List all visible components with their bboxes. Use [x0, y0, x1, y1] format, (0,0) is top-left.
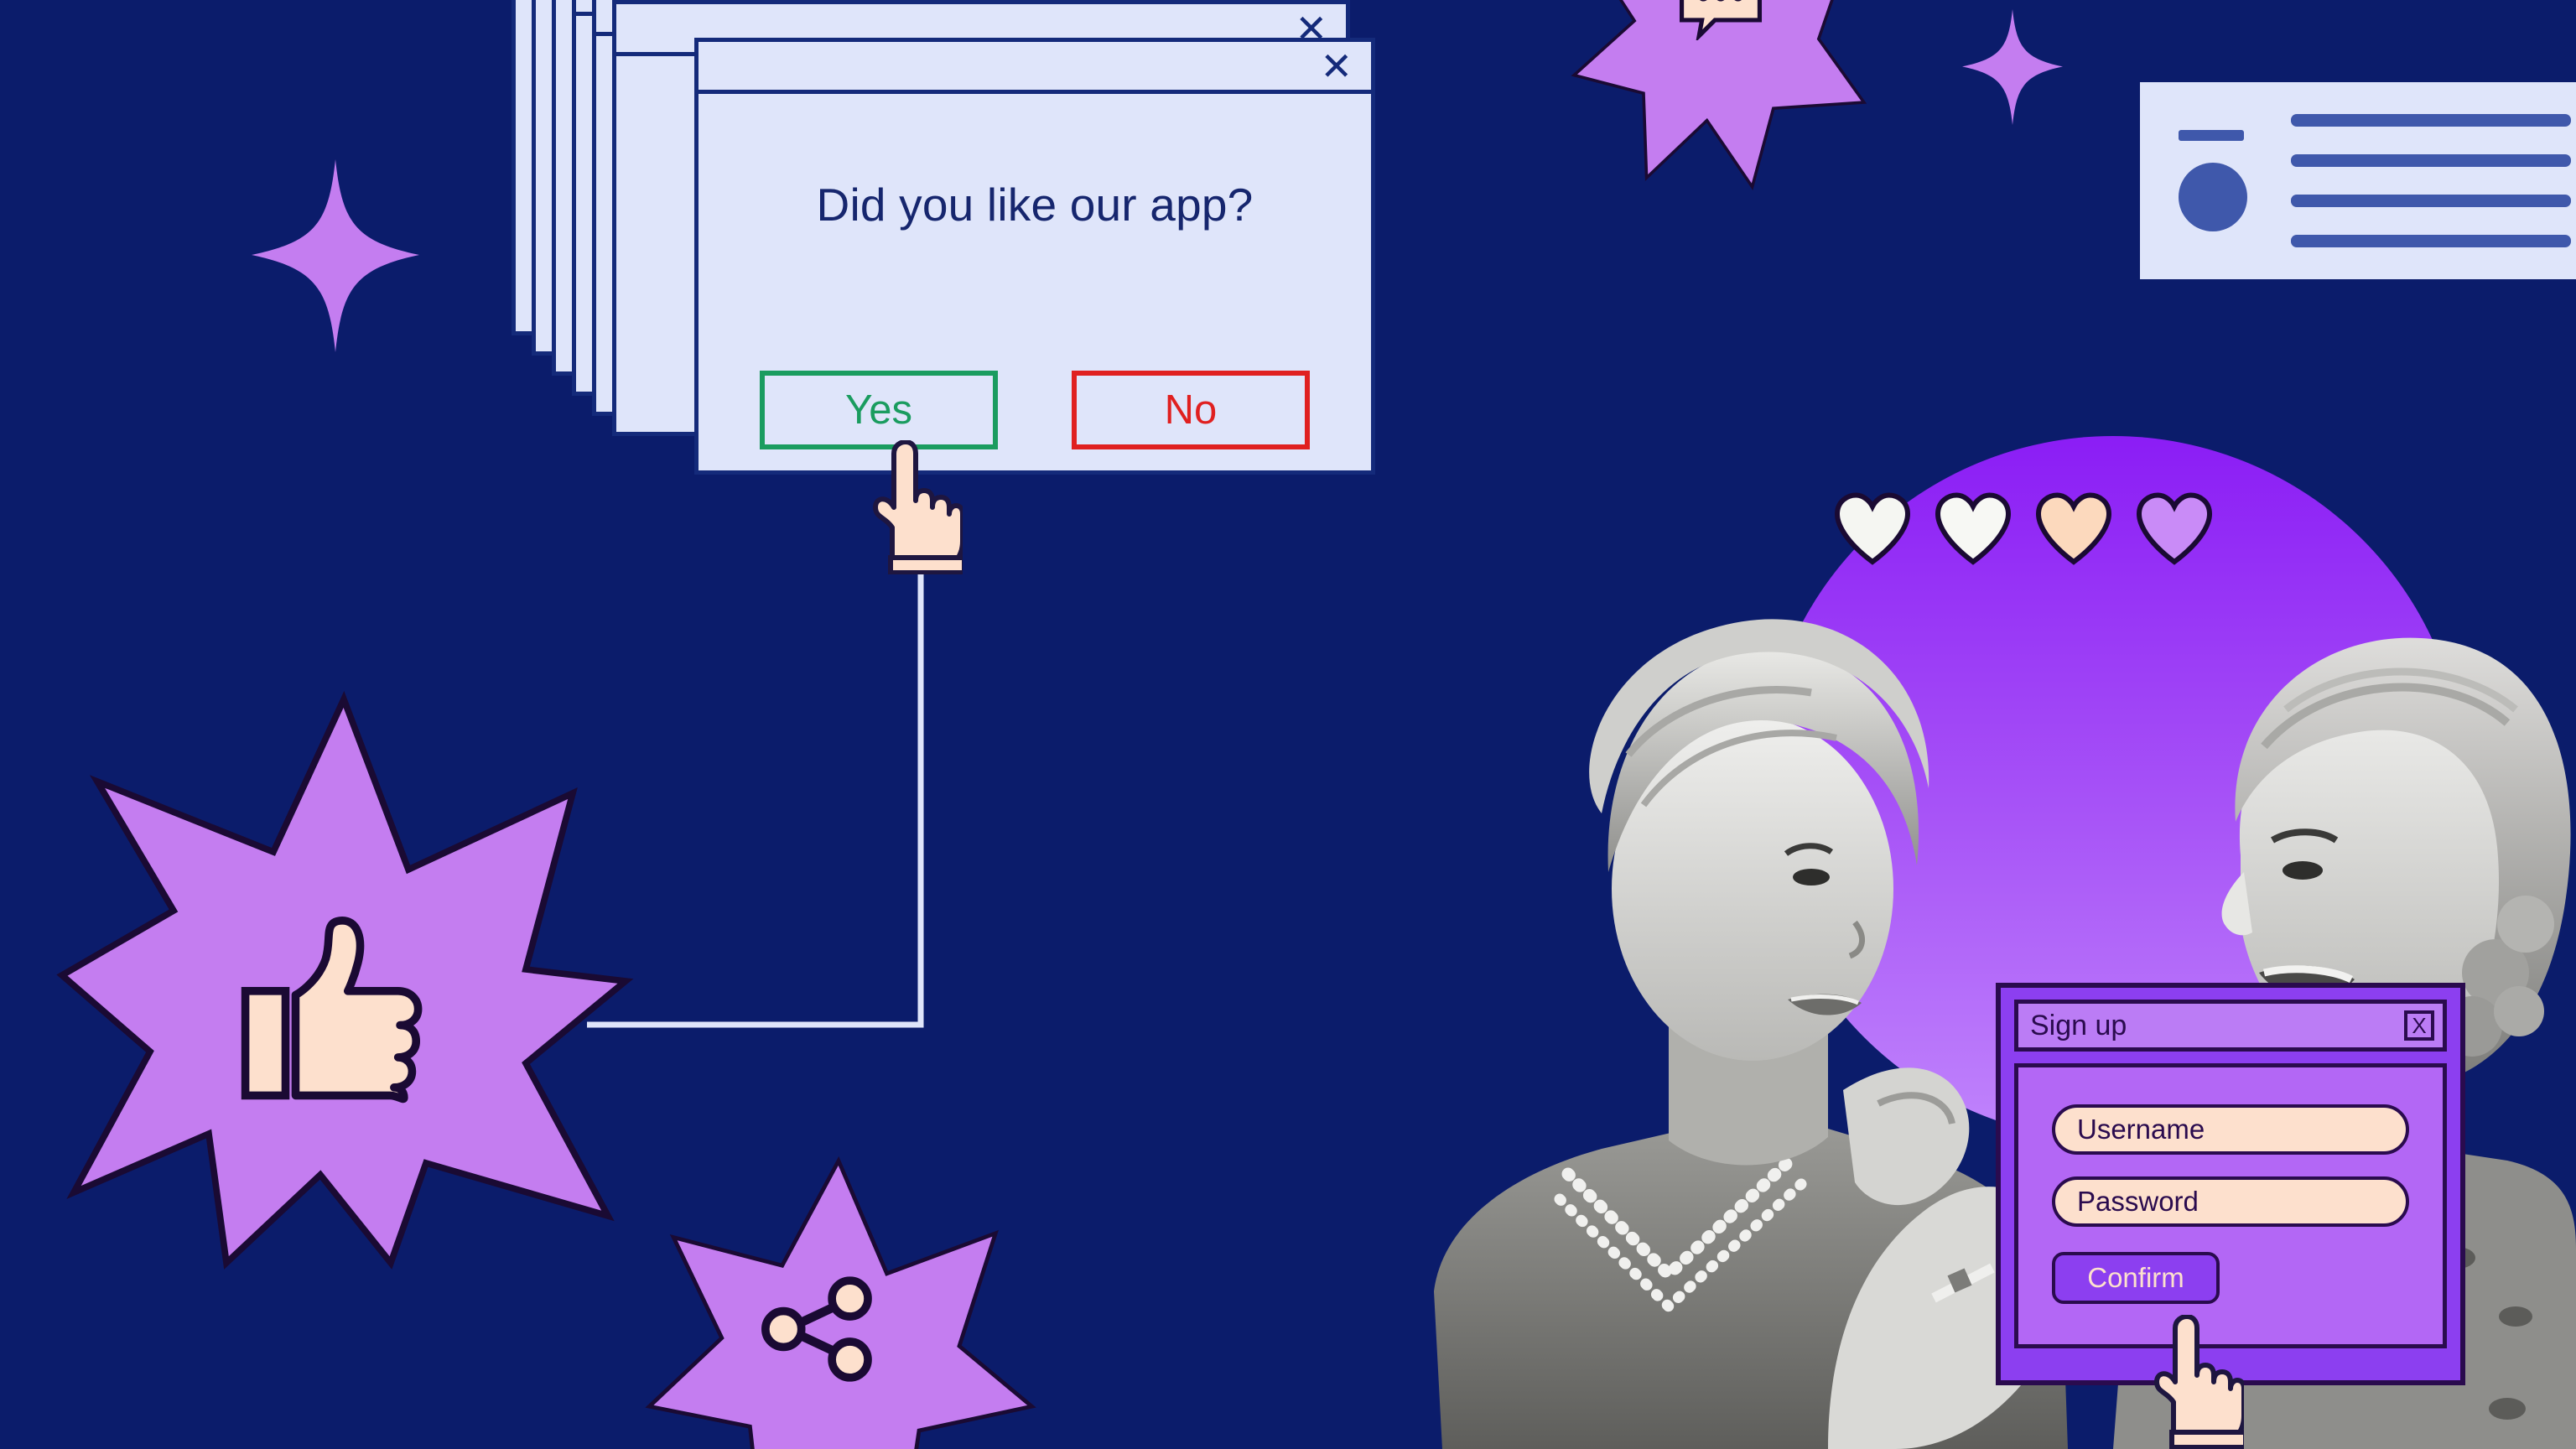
confirm-button[interactable]: Confirm [2052, 1252, 2220, 1304]
signup-titlebar[interactable]: Sign up X [2014, 1000, 2447, 1052]
profile-card-placeholder [2140, 82, 2576, 279]
close-icon[interactable]: ✕ [1320, 47, 1353, 86]
password-field[interactable]: Password [2052, 1176, 2409, 1227]
feedback-dialog[interactable]: ✕ Did you like our app? Yes No [694, 38, 1375, 475]
share-icon [761, 1276, 872, 1382]
dialog-button-row: Yes No [699, 371, 1371, 449]
chat-burst [1543, 0, 1895, 193]
canvas: ✕ ✕ ✕ ✕ ✕ ✕ [0, 0, 2576, 1449]
yes-button[interactable]: Yes [760, 371, 998, 449]
dialog-question-text: Did you like our app? [816, 179, 1254, 231]
card-line [2291, 195, 2571, 207]
avatar [2179, 163, 2247, 231]
close-icon[interactable]: X [2404, 1010, 2434, 1041]
signup-form: Username Password Confirm [2014, 1063, 2447, 1348]
thumbs-up-burst [50, 688, 637, 1275]
card-line [2291, 235, 2571, 247]
card-text-lines [2291, 114, 2571, 247]
card-line [2291, 154, 2571, 167]
share-burst [637, 1149, 1040, 1449]
card-left-column [2179, 130, 2247, 231]
no-button[interactable]: No [1072, 371, 1310, 449]
username-field[interactable]: Username [2052, 1104, 2409, 1155]
card-line [2291, 114, 2571, 127]
signup-title-text: Sign up [2030, 1009, 2127, 1041]
sparkle-small-top-right [1962, 9, 2063, 125]
chat-bubble-icon [1679, 0, 1763, 40]
sparkle-large-left [252, 159, 419, 352]
thumbs-up-icon [241, 917, 423, 1104]
card-dash-line [2179, 130, 2244, 141]
titlebar[interactable]: ✕ [699, 42, 1371, 94]
flow-connector-line [587, 528, 924, 1028]
dialog-body: Did you like our app? Yes No [699, 94, 1371, 522]
pointer-hand-confirm [2154, 1315, 2244, 1449]
pointer-hand-yes [873, 440, 963, 574]
